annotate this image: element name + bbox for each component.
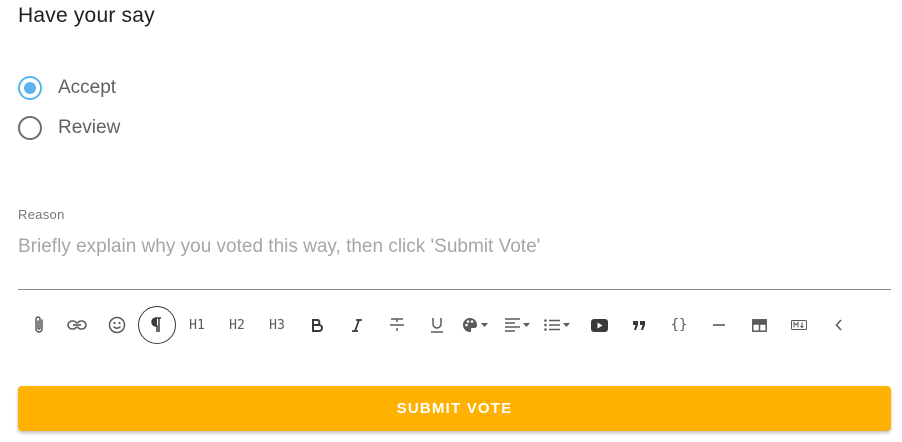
underline-icon[interactable] — [426, 305, 448, 345]
attach-icon[interactable] — [28, 305, 50, 345]
align-icon[interactable] — [500, 305, 534, 345]
editor-toolbar: H1 H2 H3 {} — [18, 305, 891, 345]
heading-2-button[interactable]: H2 — [226, 305, 248, 345]
strikethrough-icon[interactable] — [386, 305, 408, 345]
heading-1-button[interactable]: H1 — [186, 305, 208, 345]
reason-label: Reason — [18, 207, 65, 222]
vote-option-label: Accept — [58, 77, 117, 98]
list-icon[interactable] — [540, 305, 574, 345]
paragraph-icon[interactable] — [138, 306, 176, 344]
link-icon[interactable] — [66, 305, 88, 345]
code-icon[interactable]: {} — [666, 305, 692, 345]
table-icon[interactable] — [748, 305, 770, 345]
radio-unchecked-icon[interactable] — [18, 116, 42, 140]
heading-3-button[interactable]: H3 — [266, 305, 288, 345]
collapse-icon[interactable] — [828, 305, 850, 345]
vote-option-accept[interactable]: Accept — [18, 74, 116, 102]
horizontal-rule-icon[interactable] — [708, 305, 730, 345]
vote-option-review[interactable]: Review — [18, 114, 120, 142]
radio-checked-icon[interactable] — [18, 76, 42, 100]
reason-input[interactable] — [18, 232, 891, 290]
italic-icon[interactable] — [346, 305, 368, 345]
emoji-icon[interactable] — [106, 305, 128, 345]
markdown-icon[interactable] — [788, 305, 810, 345]
bold-icon[interactable] — [306, 305, 328, 345]
section-title: Have your say — [18, 4, 155, 27]
video-icon[interactable] — [588, 305, 610, 345]
text-color-icon[interactable] — [458, 305, 492, 345]
quote-icon[interactable] — [628, 305, 650, 345]
submit-vote-button[interactable]: SUBMIT VOTE — [18, 386, 891, 431]
vote-option-label: Review — [58, 117, 121, 138]
